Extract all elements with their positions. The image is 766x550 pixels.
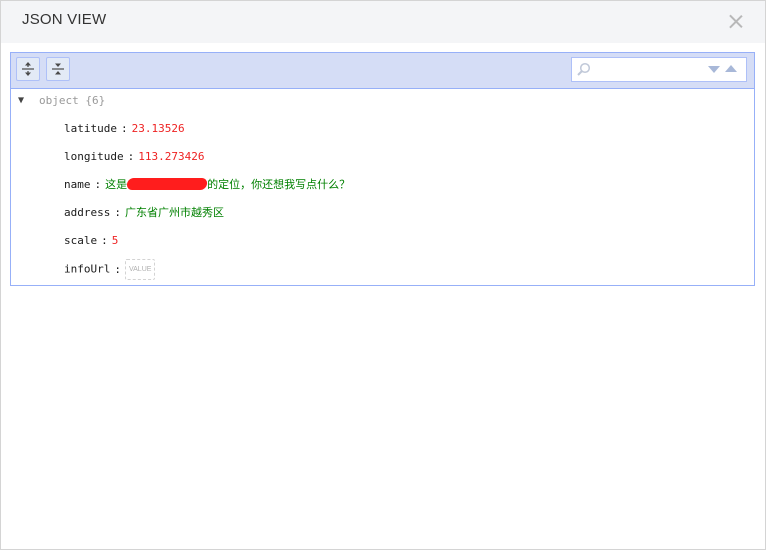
search-box: [571, 57, 747, 82]
field-value[interactable]: 这是 的定位，你还想我写点什么？: [105, 178, 350, 191]
field-value-suffix: 的定位，你还想我写点什么？: [207, 178, 351, 191]
search-icon: [577, 62, 591, 76]
field-key[interactable]: scale: [64, 234, 97, 247]
field-value[interactable]: 广东省广州市越秀区: [125, 206, 224, 219]
json-editor: ▼ object {6} latitude:23.13526 longitude…: [10, 52, 755, 286]
search-previous-icon[interactable]: [725, 65, 737, 72]
dialog-title: JSON VIEW: [22, 11, 107, 28]
field-value[interactable]: 113.273426: [138, 150, 204, 163]
field-separator: :: [114, 262, 121, 276]
search-next-icon[interactable]: [708, 66, 720, 73]
field-key[interactable]: longitude: [64, 150, 124, 163]
root-object-label: object {6}: [39, 94, 106, 107]
collapse-all-icon: [22, 62, 34, 76]
close-icon[interactable]: [727, 12, 745, 30]
dialog-titlebar: JSON VIEW: [1, 1, 765, 43]
field-separator: :: [127, 150, 135, 163]
editor-menu: [11, 53, 754, 89]
field-key[interactable]: infoUrl: [64, 263, 110, 276]
field-separator: :: [101, 234, 108, 247]
field-value[interactable]: 23.13526: [132, 122, 185, 135]
empty-value-field[interactable]: VALUE: [124, 259, 156, 280]
field-key[interactable]: name: [64, 178, 91, 191]
field-value-prefix: 这是: [105, 178, 128, 191]
field-key[interactable]: latitude: [64, 122, 117, 135]
search-input[interactable]: [594, 61, 708, 80]
field-separator: :: [114, 206, 121, 219]
field-separator: :: [120, 122, 128, 135]
collapse-all-button[interactable]: [16, 57, 40, 81]
field-separator: :: [94, 178, 102, 191]
redaction-mark: [126, 178, 208, 190]
expand-all-icon: [52, 63, 64, 75]
field-value[interactable]: 5: [112, 234, 119, 247]
expand-all-button[interactable]: [46, 57, 70, 81]
expand-toggle-icon[interactable]: ▼: [18, 91, 24, 111]
field-key[interactable]: address: [64, 206, 110, 219]
json-view-dialog: JSON VIEW ▼ object {6} latitude: 23.135…: [0, 0, 766, 550]
